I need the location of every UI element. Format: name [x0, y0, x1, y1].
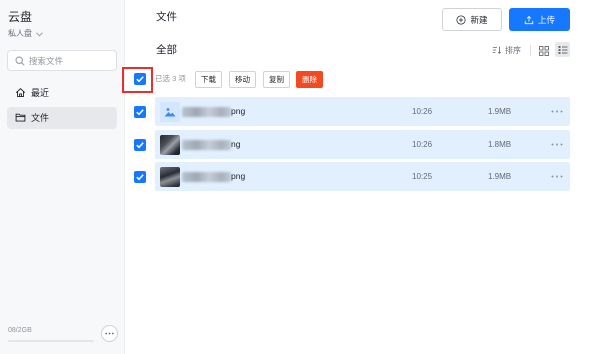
sort-button[interactable]: 排序 [492, 44, 521, 56]
sidebar: 云盘 私人盘 最近 文件 08/2GB [0, 0, 125, 354]
search-input[interactable] [29, 51, 113, 70]
file-name: ng [231, 139, 241, 149]
page-title: 文件 [156, 11, 177, 23]
storage-usage-text: 08/2GB [8, 327, 32, 334]
more-icon [105, 332, 114, 335]
upload-button[interactable]: 上传 [509, 8, 570, 31]
storage-progress-bar [8, 340, 94, 342]
folder-icon [15, 113, 26, 122]
toolbar-divider [530, 45, 531, 56]
upload-icon [524, 15, 534, 24]
file-thumbnail [160, 101, 180, 122]
file-name: png [231, 171, 246, 181]
list-view-button[interactable] [555, 42, 570, 57]
delete-button[interactable]: 删除 [296, 71, 323, 88]
file-name: png [231, 106, 246, 116]
search-icon [15, 56, 25, 66]
more-icon[interactable] [551, 174, 563, 179]
more-icon[interactable] [551, 109, 563, 114]
sidebar-more-button[interactable] [101, 325, 118, 342]
new-button-label: 新建 [470, 14, 488, 25]
row-checkbox[interactable] [134, 139, 146, 151]
app-title: 云盘 [8, 10, 33, 24]
file-size: 1.9MB [488, 172, 512, 181]
copy-button[interactable]: 复制 [263, 71, 290, 88]
file-size: 1.9MB [488, 107, 512, 116]
folder-heading: 全部 [156, 44, 177, 56]
check-icon [136, 174, 144, 181]
plus-circle-icon [456, 14, 467, 25]
chevron-down-icon [36, 31, 43, 36]
download-button[interactable]: 下载 [195, 71, 222, 88]
file-time: 10:25 [412, 172, 433, 181]
sidebar-item-files[interactable]: 文件 [7, 107, 117, 129]
row-checkbox[interactable] [134, 106, 146, 118]
search-box[interactable] [7, 50, 117, 71]
file-size: 1.8MB [488, 140, 512, 149]
file-name-redacted [182, 172, 231, 182]
row-checkbox[interactable] [134, 171, 146, 183]
file-time: 10:26 [412, 140, 433, 149]
image-icon [164, 107, 176, 116]
file-row[interactable]: png 10:26 1.9MB [155, 97, 570, 126]
home-icon [15, 88, 26, 97]
selection-count: 已选 3 项 [155, 74, 186, 83]
check-icon [136, 142, 144, 149]
check-icon [136, 109, 144, 116]
move-button[interactable]: 移动 [229, 71, 256, 88]
select-all-checkbox[interactable] [134, 73, 146, 85]
check-icon [136, 76, 144, 83]
file-thumbnail [160, 134, 180, 155]
drive-switcher[interactable]: 私人盘 [8, 29, 43, 39]
drive-name: 私人盘 [8, 29, 32, 38]
file-name-redacted [182, 107, 231, 117]
sidebar-item-recent[interactable]: 最近 [7, 82, 117, 104]
file-thumbnail [160, 166, 180, 187]
file-name-redacted [182, 140, 231, 150]
sidebar-item-label: 文件 [31, 113, 50, 123]
new-button[interactable]: 新建 [442, 8, 502, 31]
sort-icon [492, 46, 502, 54]
file-row[interactable]: png 10:25 1.9MB [155, 162, 570, 191]
grid-view-button[interactable] [538, 44, 550, 56]
upload-button-label: 上传 [537, 14, 555, 25]
sort-label: 排序 [505, 45, 521, 55]
file-time: 10:26 [412, 107, 433, 116]
more-icon[interactable] [551, 142, 563, 147]
grid-icon [539, 46, 549, 56]
list-icon [558, 45, 567, 54]
file-row[interactable]: ng 10:26 1.8MB [155, 130, 570, 159]
sidebar-item-label: 最近 [31, 88, 50, 98]
